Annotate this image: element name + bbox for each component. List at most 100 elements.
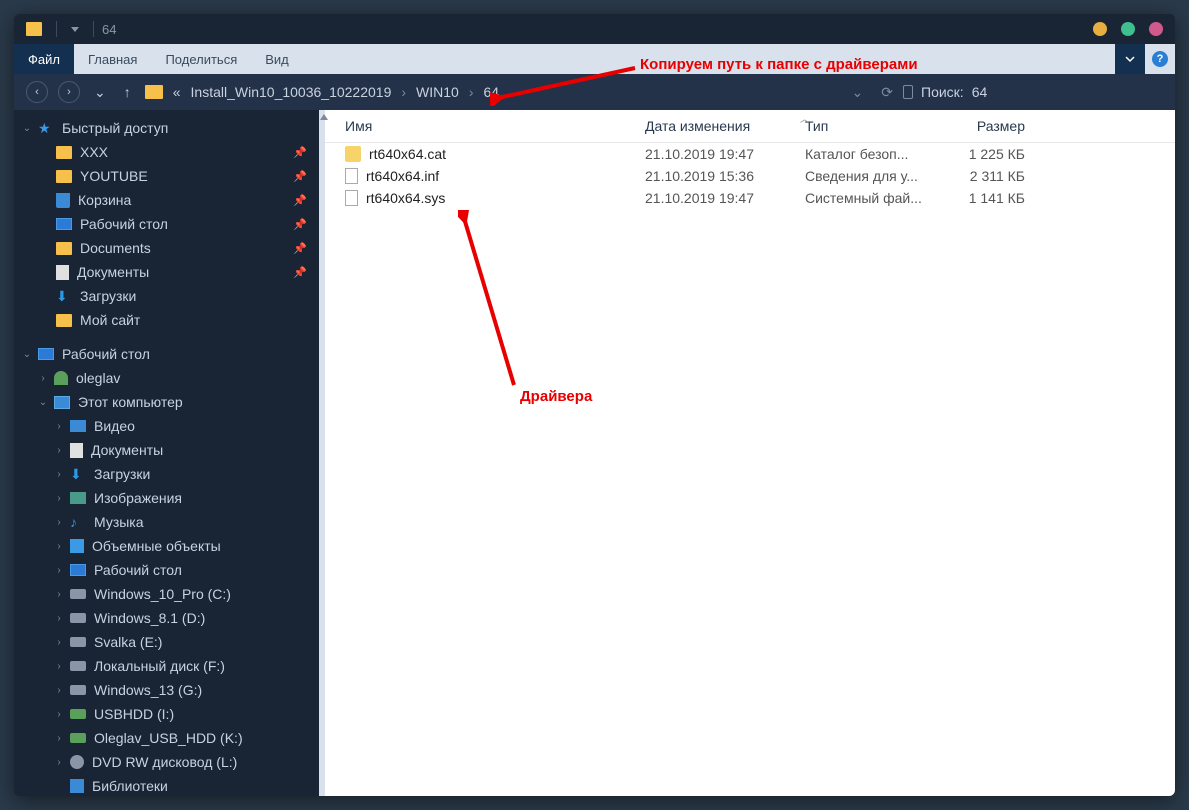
folder-icon [56, 314, 72, 327]
sidebar-quick-item[interactable]: Documents 📌 [14, 236, 319, 260]
column-type[interactable]: Тип [805, 118, 935, 134]
file-size: 1 225 КБ [935, 146, 1025, 162]
folder-icon [56, 242, 72, 255]
sidebar-pc-item[interactable]: › Документы [14, 438, 319, 462]
sidebar-item-label: Oleglav_USB_HDD (K:) [94, 730, 243, 746]
sidebar-pc-item[interactable]: › Svalka (E:) [14, 630, 319, 654]
folder-icon [56, 146, 72, 159]
column-size[interactable]: Размер [935, 118, 1025, 134]
sidebar-item-label: Документы [91, 442, 163, 458]
desktop-icon [56, 218, 72, 230]
chevron-right-icon[interactable]: › [401, 84, 406, 100]
sidebar-quick-item[interactable]: XXX 📌 [14, 140, 319, 164]
sidebar-quick-access[interactable]: ⌄ ★ Быстрый доступ [14, 116, 319, 140]
sidebar-item-label: YOUTUBE [80, 168, 148, 184]
expand-icon[interactable]: › [52, 445, 66, 456]
titlebar-divider [93, 21, 94, 37]
address-dropdown-icon[interactable]: ⌄ [852, 84, 864, 101]
qat-dropdown-icon[interactable] [71, 27, 79, 32]
breadcrumb-item[interactable]: Install_Win10_10036_10222019 [191, 84, 392, 100]
expand-icon[interactable]: › [52, 733, 66, 744]
expand-icon[interactable]: › [52, 685, 66, 696]
expand-icon[interactable]: › [52, 421, 66, 432]
sidebar-quick-item[interactable]: ⬇ Загрузки [14, 284, 319, 308]
sidebar-pc-item[interactable]: › DVD RW дисковод (L:) [14, 750, 319, 774]
sidebar-pc-item[interactable]: › Видео [14, 414, 319, 438]
search-value: 64 [972, 84, 988, 100]
file-row[interactable]: rt640x64.sys 21.10.2019 19:47 Системный … [325, 187, 1175, 209]
expand-icon[interactable]: › [52, 709, 66, 720]
expand-icon[interactable]: › [52, 565, 66, 576]
drive-icon [70, 685, 86, 695]
sidebar-pc-item[interactable]: › Изображения [14, 486, 319, 510]
ribbon-collapse-button[interactable] [1115, 44, 1145, 74]
collapse-icon[interactable]: ⌄ [36, 397, 50, 408]
collapse-icon[interactable]: ⌄ [20, 123, 34, 134]
sidebar-pc-item[interactable]: › Локальный диск (F:) [14, 654, 319, 678]
file-list-pane: ︿ Имя Дата изменения Тип Размер rt640x64… [325, 110, 1175, 796]
sidebar-pc-item[interactable]: › Рабочий стол [14, 558, 319, 582]
expand-icon[interactable]: › [36, 373, 50, 384]
column-headers: ︿ Имя Дата изменения Тип Размер [325, 110, 1175, 143]
sidebar-pc-item[interactable]: › Windows_8.1 (D:) [14, 606, 319, 630]
expand-icon[interactable]: › [52, 589, 66, 600]
sidebar-desktop-root[interactable]: ⌄ Рабочий стол [14, 342, 319, 366]
breadcrumb-prefix[interactable]: « [173, 84, 181, 100]
drive-icon [70, 613, 86, 623]
file-size: 2 311 КБ [935, 168, 1025, 184]
expand-icon[interactable]: › [52, 517, 66, 528]
file-size: 1 141 КБ [935, 190, 1025, 206]
sidebar-quick-item[interactable]: Мой сайт [14, 308, 319, 332]
dropdown-history-icon[interactable]: ⌄ [90, 84, 110, 101]
sidebar-quick-item[interactable]: Корзина 📌 [14, 188, 319, 212]
sidebar-quick-item[interactable]: Рабочий стол 📌 [14, 212, 319, 236]
sidebar-pc-item[interactable]: › Объемные объекты [14, 534, 319, 558]
sidebar-pc-item[interactable]: › Windows_10_Pro (C:) [14, 582, 319, 606]
pane-splitter[interactable] [319, 110, 325, 796]
close-button[interactable] [1149, 22, 1163, 36]
menu-view[interactable]: Вид [251, 44, 303, 74]
expand-icon[interactable]: › [52, 637, 66, 648]
breadcrumb-item[interactable]: WIN10 [416, 84, 459, 100]
sidebar-pc-item[interactable]: › USBHDD (I:) [14, 702, 319, 726]
sidebar-user[interactable]: › oleglav [14, 366, 319, 390]
sidebar-pc-item[interactable]: › ⬇ Загрузки [14, 462, 319, 486]
menu-share[interactable]: Поделиться [151, 44, 251, 74]
expand-icon[interactable]: › [52, 469, 66, 480]
expand-icon[interactable]: › [52, 613, 66, 624]
chevron-right-icon[interactable]: › [469, 84, 474, 100]
sidebar-item-label: XXX [80, 144, 108, 160]
sidebar-pc-item[interactable]: › Oleglav_USB_HDD (K:) [14, 726, 319, 750]
menu-file[interactable]: Файл [14, 44, 74, 74]
sidebar-item-label: Windows_13 (G:) [94, 682, 202, 698]
expand-icon[interactable]: › [52, 493, 66, 504]
sidebar-item-label: Видео [94, 418, 135, 434]
column-date[interactable]: Дата изменения [645, 118, 805, 134]
up-button[interactable]: ↑ [120, 84, 135, 100]
help-button[interactable]: ? [1145, 44, 1175, 74]
breadcrumb-item[interactable]: 64 [484, 84, 500, 100]
sidebar-quick-item[interactable]: YOUTUBE 📌 [14, 164, 319, 188]
expand-icon[interactable]: › [52, 661, 66, 672]
sidebar-pc-item[interactable]: Библиотеки [14, 774, 319, 796]
sidebar-pc-item[interactable]: › Windows_13 (G:) [14, 678, 319, 702]
refresh-button[interactable]: ⟳ [881, 84, 893, 101]
sidebar-pc-item[interactable]: › ♪ Музыка [14, 510, 319, 534]
titlebar: 64 [14, 14, 1175, 44]
back-button[interactable]: ‹ [26, 81, 48, 103]
column-name[interactable]: Имя [345, 118, 645, 134]
expand-icon[interactable]: › [52, 757, 66, 768]
minimize-button[interactable] [1093, 22, 1107, 36]
breadcrumb[interactable]: « Install_Win10_10036_10222019 › WIN10 ›… [145, 84, 842, 100]
sidebar-quick-item[interactable]: Документы 📌 [14, 260, 319, 284]
maximize-button[interactable] [1121, 22, 1135, 36]
file-row[interactable]: rt640x64.inf 21.10.2019 15:36 Сведения д… [325, 165, 1175, 187]
file-row[interactable]: rt640x64.cat 21.10.2019 19:47 Каталог бе… [325, 143, 1175, 165]
forward-button[interactable]: › [58, 81, 80, 103]
search-box[interactable]: Поиск: 64 [903, 84, 1163, 100]
menu-home[interactable]: Главная [74, 44, 151, 74]
navigation-pane: ⌄ ★ Быстрый доступ XXX 📌 YOUTUBE 📌 Корзи… [14, 110, 319, 796]
expand-icon[interactable]: › [52, 541, 66, 552]
sidebar-this-pc[interactable]: ⌄ Этот компьютер [14, 390, 319, 414]
collapse-icon[interactable]: ⌄ [20, 349, 34, 360]
